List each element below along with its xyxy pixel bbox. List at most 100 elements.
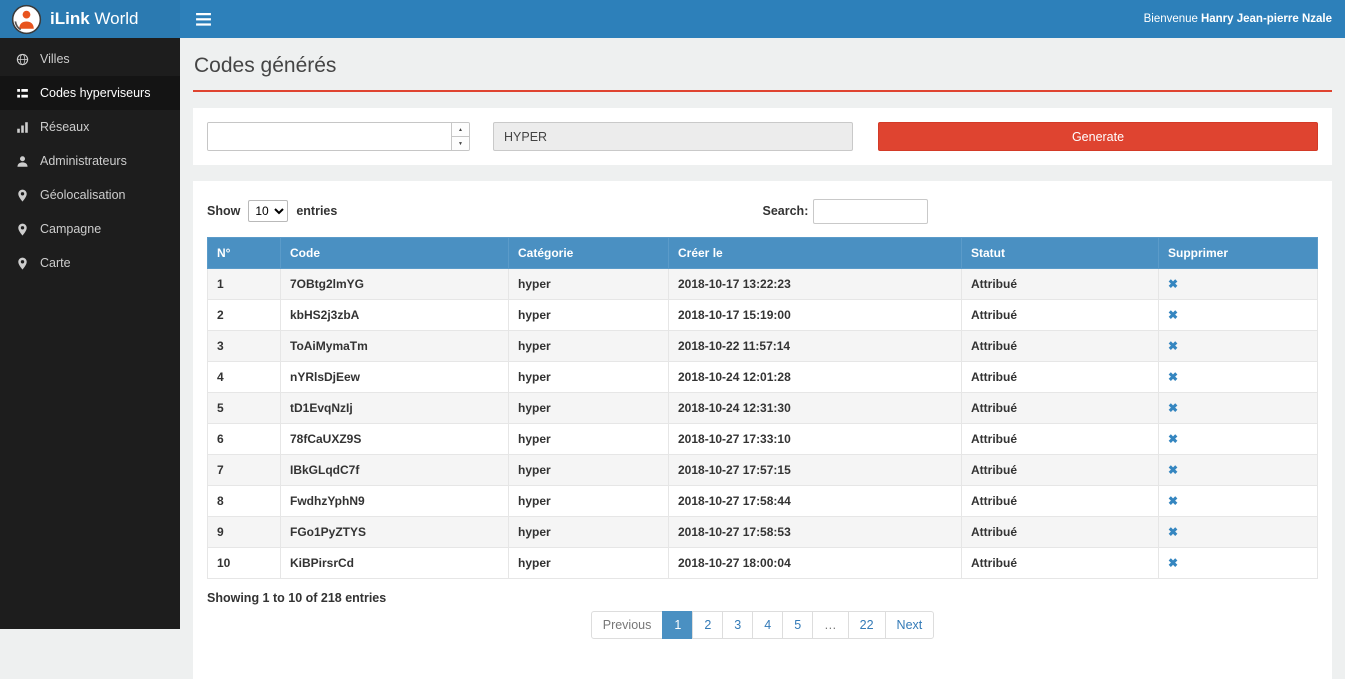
table-controls: Show 10 entries Search: [207, 195, 1318, 227]
showing-entries-text: Showing 1 to 10 of 218 entries [207, 591, 1318, 605]
table-row: 3ToAiMymaTmhyper2018-10-22 11:57:14Attri… [208, 331, 1318, 362]
cell-num: 10 [208, 548, 281, 579]
delete-icon[interactable]: ✖ [1168, 401, 1178, 415]
cell-code: nYRlsDjEew [281, 362, 509, 393]
page-22[interactable]: 22 [848, 611, 886, 639]
page-5[interactable]: 5 [782, 611, 813, 639]
page-length-select[interactable]: 10 [248, 200, 288, 222]
stepper-up-icon[interactable]: ▲ [452, 123, 469, 137]
cell-category: hyper [509, 300, 669, 331]
delete-icon[interactable]: ✖ [1168, 463, 1178, 477]
cell-num: 8 [208, 486, 281, 517]
search-input[interactable] [813, 199, 928, 224]
sidebar-toggle-button[interactable] [180, 0, 226, 38]
cell-code: IBkGLqdC7f [281, 455, 509, 486]
cell-delete: ✖ [1159, 269, 1318, 300]
table-row: 8FwdhzYphN9hyper2018-10-27 17:58:44Attri… [208, 486, 1318, 517]
map-marker-icon [16, 257, 30, 270]
cell-category: hyper [509, 393, 669, 424]
sidebar-item-reseaux[interactable]: Réseaux [0, 110, 180, 144]
hamburger-icon [196, 13, 211, 26]
table-row: 5tD1EvqNzIjhyper2018-10-24 12:31:30Attri… [208, 393, 1318, 424]
codes-table-panel: Show 10 entries Search: N°CodeCatégorieC… [193, 181, 1332, 679]
column-header-supprimer[interactable]: Supprimer [1159, 238, 1318, 269]
cell-created: 2018-10-27 17:58:44 [669, 486, 962, 517]
cell-delete: ✖ [1159, 424, 1318, 455]
codes-table-body: 17OBtg2lmYGhyper2018-10-17 13:22:23Attri… [208, 269, 1318, 579]
cell-delete: ✖ [1159, 362, 1318, 393]
category-field[interactable] [493, 122, 853, 151]
page-3[interactable]: 3 [722, 611, 753, 639]
app-brand[interactable]: iLink World [0, 0, 180, 38]
signal-icon [16, 121, 30, 134]
cell-delete: ✖ [1159, 393, 1318, 424]
cell-created: 2018-10-17 15:19:00 [669, 300, 962, 331]
codes-table-header-row: N°CodeCatégorieCréer leStatutSupprimer [208, 238, 1318, 269]
cell-num: 4 [208, 362, 281, 393]
table-row: 2kbHS2j3zbAhyper2018-10-17 15:19:00Attri… [208, 300, 1318, 331]
cell-status: Attribué [962, 486, 1159, 517]
cell-category: hyper [509, 548, 669, 579]
page-4[interactable]: 4 [752, 611, 783, 639]
page-next[interactable]: Next [885, 611, 935, 639]
cell-num: 3 [208, 331, 281, 362]
cell-code: 78fCaUXZ9S [281, 424, 509, 455]
page-1[interactable]: 1 [662, 611, 693, 639]
sidebar-item-geolocalisation[interactable]: Géolocalisation [0, 178, 180, 212]
page-2[interactable]: 2 [692, 611, 723, 639]
column-header-creer-le[interactable]: Créer le [669, 238, 962, 269]
cell-status: Attribué [962, 393, 1159, 424]
column-header-n[interactable]: N° [208, 238, 281, 269]
cell-created: 2018-10-17 13:22:23 [669, 269, 962, 300]
top-navbar: iLink World Bienvenue Hanry Jean-pierre … [0, 0, 1345, 38]
cell-category: hyper [509, 455, 669, 486]
delete-icon[interactable]: ✖ [1168, 370, 1178, 384]
delete-icon[interactable]: ✖ [1168, 494, 1178, 508]
cell-created: 2018-10-27 18:00:04 [669, 548, 962, 579]
page-ellipsis[interactable]: … [812, 611, 849, 639]
sidebar-item-campagne[interactable]: Campagne [0, 212, 180, 246]
cell-category: hyper [509, 362, 669, 393]
cell-category: hyper [509, 517, 669, 548]
cell-num: 9 [208, 517, 281, 548]
delete-icon[interactable]: ✖ [1168, 525, 1178, 539]
globe-icon [16, 53, 30, 66]
column-header-categorie[interactable]: Catégorie [509, 238, 669, 269]
delete-icon[interactable]: ✖ [1168, 308, 1178, 322]
stepper-arrows[interactable]: ▲ ▼ [451, 123, 469, 150]
cell-status: Attribué [962, 548, 1159, 579]
delete-icon[interactable]: ✖ [1168, 277, 1178, 291]
stepper-down-icon[interactable]: ▼ [452, 137, 469, 150]
show-label: Show [207, 204, 240, 218]
cell-code: FGo1PyZTYS [281, 517, 509, 548]
user-icon [16, 155, 30, 168]
delete-icon[interactable]: ✖ [1168, 556, 1178, 570]
delete-icon[interactable]: ✖ [1168, 339, 1178, 353]
cell-status: Attribué [962, 517, 1159, 548]
main-content: Codes générés ▲ ▼ Generate Show 10 entri… [180, 0, 1345, 679]
sidebar-item-villes[interactable]: Villes [0, 42, 180, 76]
cell-code: KiBPirsrCd [281, 548, 509, 579]
table-row: 678fCaUXZ9Shyper2018-10-27 17:33:10Attri… [208, 424, 1318, 455]
column-header-statut[interactable]: Statut [962, 238, 1159, 269]
table-row: 17OBtg2lmYGhyper2018-10-17 13:22:23Attri… [208, 269, 1318, 300]
cell-status: Attribué [962, 300, 1159, 331]
generate-button[interactable]: Generate [878, 122, 1318, 151]
search-area: Search: [763, 199, 929, 224]
codes-table: N°CodeCatégorieCréer leStatutSupprimer 1… [207, 237, 1318, 579]
entries-label: entries [296, 204, 337, 218]
table-row: 10KiBPirsrCdhyper2018-10-27 18:00:04Attr… [208, 548, 1318, 579]
quantity-stepper[interactable]: ▲ ▼ [207, 122, 470, 151]
sidebar-item-administrateurs[interactable]: Administrateurs [0, 144, 180, 178]
delete-icon[interactable]: ✖ [1168, 432, 1178, 446]
page-previous[interactable]: Previous [591, 611, 664, 639]
sidebar-item-carte[interactable]: Carte [0, 246, 180, 280]
cell-num: 5 [208, 393, 281, 424]
column-header-code[interactable]: Code [281, 238, 509, 269]
cell-created: 2018-10-24 12:01:28 [669, 362, 962, 393]
cell-status: Attribué [962, 455, 1159, 486]
cell-num: 1 [208, 269, 281, 300]
quantity-input[interactable] [208, 123, 451, 150]
sidebar-item-codes-hyperviseurs[interactable]: Codes hyperviseurs [0, 76, 180, 110]
cell-num: 6 [208, 424, 281, 455]
